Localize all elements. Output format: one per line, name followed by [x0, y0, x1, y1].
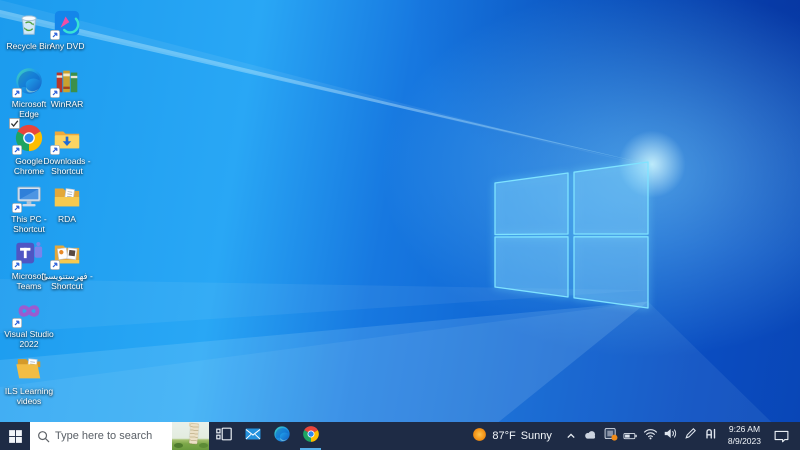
- tray-volume[interactable]: [661, 422, 681, 450]
- shortcut-arrow-icon: [12, 88, 22, 98]
- taskbar-app-edge[interactable]: [267, 422, 296, 450]
- search-icon: [37, 430, 50, 443]
- tray-pen[interactable]: [681, 422, 701, 450]
- winrar-icon: [50, 66, 82, 98]
- shortcut-arrow-icon: [50, 88, 60, 98]
- tray-battery[interactable]: [621, 422, 641, 450]
- windows-logo: [494, 161, 649, 309]
- desktop-icon-ils-learning-videos[interactable]: ILS Learning videos: [5, 353, 53, 406]
- weather-widget[interactable]: 87°F Sunny: [463, 427, 561, 445]
- desktop-icon-label: RDA: [58, 214, 76, 224]
- wallpaper-light-floor: [0, 301, 800, 450]
- recycle-bin-icon: [14, 8, 44, 38]
- edge-icon: [12, 66, 44, 98]
- action-center-button[interactable]: [768, 429, 794, 444]
- start-button[interactable]: [0, 422, 30, 450]
- shortcut-arrow-icon: [12, 318, 22, 328]
- shortcut-arrow-icon: [50, 145, 60, 155]
- tray-ime[interactable]: [701, 422, 721, 450]
- app-notification-icon: [603, 426, 618, 446]
- sun-icon: [472, 427, 487, 445]
- clock-date: 8/9/2023: [727, 436, 761, 446]
- weather-condition: Sunny: [520, 430, 552, 442]
- taskbar-app-task-view[interactable]: [209, 422, 238, 450]
- pen-icon: [683, 426, 698, 446]
- tray-onedrive[interactable]: [581, 422, 601, 450]
- wallpaper: [0, 0, 800, 450]
- battery-icon: [623, 427, 638, 445]
- wifi-icon: [643, 427, 658, 445]
- wallpaper-glow: [0, 0, 800, 450]
- taskbar-app-chrome[interactable]: [296, 422, 325, 450]
- system-tray: 87°F Sunny 9:26 AM 8/9/2023: [463, 422, 800, 450]
- this-pc-icon: [12, 181, 44, 213]
- desktop-icon-winrar[interactable]: WinRAR: [45, 66, 89, 109]
- desktop-icon-label: Downloads - Shortcut: [43, 156, 91, 177]
- folder-doc-icon: [52, 181, 82, 211]
- folder-open-icon: [14, 353, 44, 383]
- teams-icon: [12, 238, 44, 270]
- pinned-apps: [209, 422, 325, 450]
- search-daily-art-pisa-tower: [172, 422, 209, 450]
- wallpaper-light-ray: [0, 9, 651, 165]
- clock[interactable]: 9:26 AM 8/9/2023: [721, 424, 768, 448]
- task-view-icon: [215, 425, 233, 448]
- shortcut-arrow-icon: [50, 260, 60, 270]
- wallpaper-light-ray: [0, 0, 648, 167]
- chrome-icon: [302, 425, 320, 448]
- tray-wifi[interactable]: [641, 422, 661, 450]
- wallpaper-light-floor: [0, 301, 648, 450]
- wallpaper-light-ray: [0, 279, 648, 333]
- desktop-icon-downloads-shortcut[interactable]: Downloads - Shortcut: [43, 123, 91, 176]
- desktop-icon-label: WinRAR: [50, 99, 84, 109]
- folder-photos-icon: [50, 238, 82, 270]
- desktop-icon-any-dvd[interactable]: Any DVD: [45, 8, 89, 51]
- shortcut-arrow-icon: [12, 203, 22, 213]
- taskbar-search[interactable]: [30, 422, 209, 450]
- hidden-icons-chevron[interactable]: [561, 422, 581, 450]
- anydvd-icon: [50, 8, 82, 40]
- weather-temperature: 87°F: [492, 430, 516, 442]
- desktop: Recycle Bin Any DVD Microsoft Edge WinRA…: [0, 0, 800, 450]
- desktop-icon-fehrestnevisi-shortcut[interactable]: فهرستنویسی - Shortcut: [41, 238, 93, 291]
- tray-app-notification[interactable]: [601, 422, 621, 450]
- ime-icon: [703, 426, 718, 446]
- onedrive-icon: [583, 427, 598, 445]
- wallpaper-shade: [0, 0, 800, 450]
- selected-checkbox[interactable]: [9, 118, 20, 129]
- search-input[interactable]: [55, 430, 155, 442]
- desktop-icon-rda[interactable]: RDA: [45, 181, 89, 224]
- taskbar: 87°F Sunny 9:26 AM 8/9/2023: [0, 422, 800, 450]
- taskbar-app-mail[interactable]: [238, 422, 267, 450]
- shortcut-arrow-icon: [12, 260, 22, 270]
- mail-icon: [244, 425, 262, 448]
- folder-download-icon: [50, 123, 82, 155]
- tray-icons: [581, 422, 721, 450]
- desktop-icon-label: Any DVD: [49, 41, 85, 51]
- edge-icon: [273, 425, 291, 448]
- desktop-icon-label: Visual Studio 2022: [4, 329, 54, 350]
- visual-studio-icon: [12, 296, 44, 328]
- desktop-icon-label: فهرستنویسی - Shortcut: [41, 271, 93, 292]
- volume-icon: [663, 427, 678, 445]
- shortcut-arrow-icon: [12, 145, 22, 155]
- wallpaper-glow: [0, 0, 800, 450]
- chrome-icon: [9, 118, 44, 155]
- shortcut-arrow-icon: [50, 30, 60, 40]
- desktop-icon-visual-studio-2022[interactable]: Visual Studio 2022: [4, 296, 54, 349]
- clock-time: 9:26 AM: [728, 424, 761, 435]
- desktop-icon-label: ILS Learning videos: [4, 386, 54, 407]
